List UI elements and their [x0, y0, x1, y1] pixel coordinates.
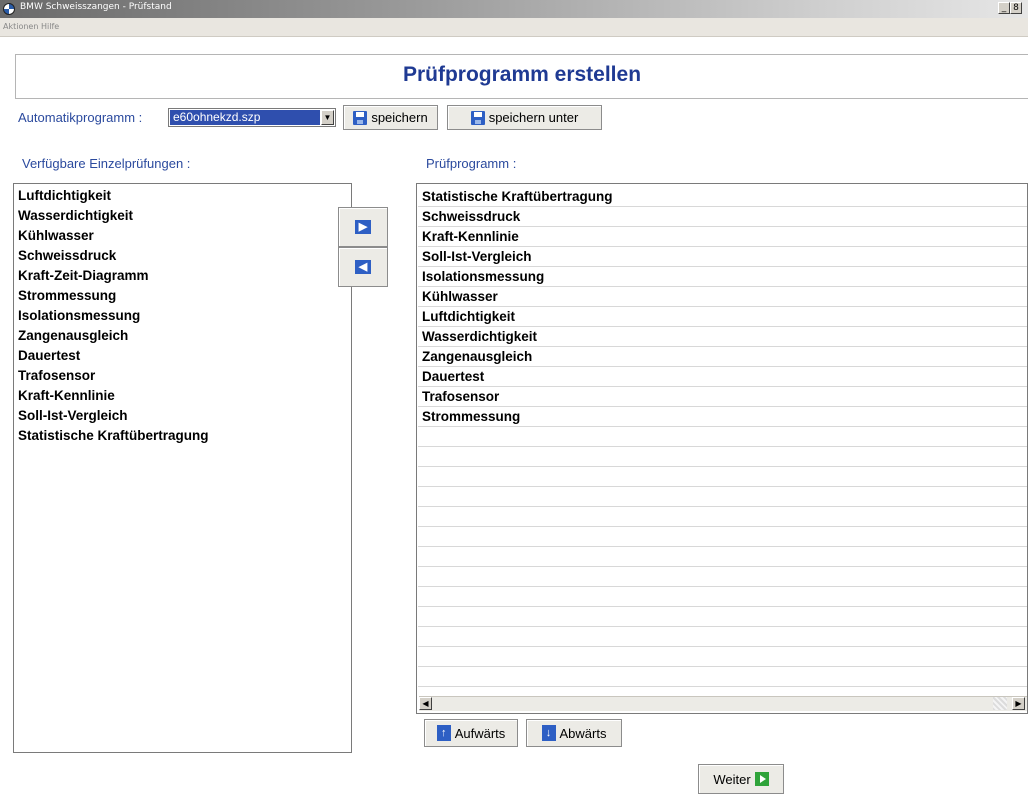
next-button-label: Weiter	[713, 771, 751, 787]
arrow-left-icon: ◀	[355, 260, 371, 274]
table-row[interactable]: Statistische Kraftübertragung	[418, 187, 1027, 207]
window-controls: _ 8	[998, 2, 1022, 14]
list-item-label: Zangenausgleich	[422, 349, 533, 364]
available-tests-label: Verfügbare Einzelprüfungen :	[22, 156, 191, 171]
list-item[interactable]: Isolationsmessung	[18, 308, 140, 323]
floppy-disk-icon	[353, 110, 368, 125]
table-row	[418, 507, 1027, 527]
list-item[interactable]: Luftdichtigkeit	[18, 188, 111, 203]
table-row	[418, 487, 1027, 507]
program-select-value: e60ohnekzd.szp	[170, 110, 320, 125]
table-row[interactable]: Zangenausgleich	[418, 347, 1027, 367]
list-item[interactable]: Strommessung	[18, 288, 116, 303]
table-row[interactable]: Schweissdruck	[418, 207, 1027, 227]
list-item-label: Strommessung	[422, 409, 521, 424]
table-row[interactable]: Luftdichtigkeit	[418, 307, 1027, 327]
list-item-label: Luftdichtigkeit	[422, 309, 515, 324]
table-row[interactable]: Dauertest	[418, 367, 1027, 387]
list-item-label: Soll-Ist-Vergleich	[422, 249, 532, 264]
save-button-label: speichern	[371, 110, 428, 125]
move-down-button[interactable]: ↓ Abwärts	[526, 719, 622, 747]
list-item[interactable]: Schweissdruck	[18, 248, 116, 263]
window-title: BMW Schweisszangen - Prüfstand	[20, 2, 172, 12]
table-row	[418, 447, 1027, 467]
table-row[interactable]: Kühlwasser	[418, 287, 1027, 307]
save-as-button[interactable]: speichern unter	[447, 105, 602, 130]
page-title: Prüfprogramm erstellen	[402, 63, 642, 86]
maximize-button[interactable]: 8	[1010, 2, 1022, 14]
list-item[interactable]: Wasserdichtigkeit	[18, 208, 133, 223]
menu-hilfe[interactable]: Hilfe	[41, 22, 59, 31]
table-row[interactable]: Isolationsmessung	[418, 267, 1027, 287]
list-item[interactable]: Dauertest	[18, 348, 80, 363]
test-program-list[interactable]: Statistische Kraftübertragung Schweissdr…	[416, 183, 1028, 714]
scroll-left-icon[interactable]: ◀	[419, 697, 432, 710]
list-item[interactable]: Zangenausgleich	[18, 328, 128, 343]
table-row[interactable]: Strommessung	[418, 407, 1027, 427]
list-item-label: Trafosensor	[422, 389, 500, 404]
menu-bar: Aktionen Hilfe	[0, 18, 1028, 37]
list-item-label: Kühlwasser	[422, 289, 498, 304]
list-item[interactable]: Kühlwasser	[18, 228, 94, 243]
scroll-right-icon[interactable]: ▶	[1012, 697, 1025, 710]
play-icon	[754, 772, 769, 786]
table-row	[418, 627, 1027, 647]
list-item-label: Schweissdruck	[422, 209, 521, 224]
scrollbar-thumb[interactable]	[993, 697, 1007, 710]
list-item[interactable]: Soll-Ist-Vergleich	[18, 408, 128, 423]
table-row	[418, 667, 1027, 687]
remove-from-program-button[interactable]: ◀	[338, 247, 388, 287]
table-row	[418, 607, 1027, 627]
menu-aktionen[interactable]: Aktionen	[3, 22, 38, 31]
list-item-label: Statistische Kraftübertragung	[422, 189, 613, 204]
move-down-label: Abwärts	[559, 725, 607, 741]
list-item[interactable]: Kraft-Kennlinie	[18, 388, 115, 403]
list-item-label: Isolationsmessung	[422, 269, 545, 284]
arrow-up-icon: ↑	[436, 725, 451, 741]
move-up-label: Aufwärts	[454, 725, 506, 741]
table-row[interactable]: Trafosensor	[418, 387, 1027, 407]
table-row	[418, 647, 1027, 667]
arrow-down-icon: ↓	[541, 725, 556, 741]
program-label: Automatikprogramm :	[18, 110, 143, 125]
floppy-disk-icon	[470, 110, 485, 125]
list-item-label: Kraft-Kennlinie	[422, 229, 519, 244]
horizontal-scrollbar[interactable]: ◀ ▶	[419, 696, 1027, 711]
list-item-label: Dauertest	[422, 369, 485, 384]
arrow-right-icon: ▶	[355, 220, 371, 234]
save-as-button-label: speichern unter	[488, 110, 579, 125]
list-item-label: Wasserdichtigkeit	[422, 329, 538, 344]
minimize-button[interactable]: _	[998, 2, 1010, 14]
page-header: Prüfprogramm erstellen	[15, 54, 1028, 99]
list-item[interactable]: Kraft-Zeit-Diagramm	[18, 268, 149, 283]
program-select[interactable]: e60ohnekzd.szp ▼	[168, 108, 336, 127]
table-row[interactable]: Soll-Ist-Vergleich	[418, 247, 1027, 267]
table-row	[418, 527, 1027, 547]
table-row	[418, 547, 1027, 567]
table-row	[418, 567, 1027, 587]
window-title-bar[interactable]: BMW Schweisszangen - Prüfstand _ 8	[0, 0, 1028, 18]
list-item[interactable]: Trafosensor	[18, 368, 95, 383]
add-to-program-button[interactable]: ▶	[338, 207, 388, 247]
available-tests-list[interactable]: Luftdichtigkeit Wasserdichtigkeit Kühlwa…	[13, 183, 352, 753]
table-row	[418, 467, 1027, 487]
table-row[interactable]: Wasserdichtigkeit	[418, 327, 1027, 347]
bmw-logo-icon	[3, 3, 15, 15]
next-button[interactable]: Weiter	[698, 764, 784, 794]
table-row	[418, 587, 1027, 607]
move-up-button[interactable]: ↑ Aufwärts	[424, 719, 518, 747]
list-item[interactable]: Statistische Kraftübertragung	[18, 428, 209, 443]
save-button[interactable]: speichern	[343, 105, 438, 130]
table-row	[418, 427, 1027, 447]
dropdown-arrow-icon[interactable]: ▼	[321, 110, 334, 125]
table-row[interactable]: Kraft-Kennlinie	[418, 227, 1027, 247]
test-program-label: Prüfprogramm :	[426, 156, 517, 171]
